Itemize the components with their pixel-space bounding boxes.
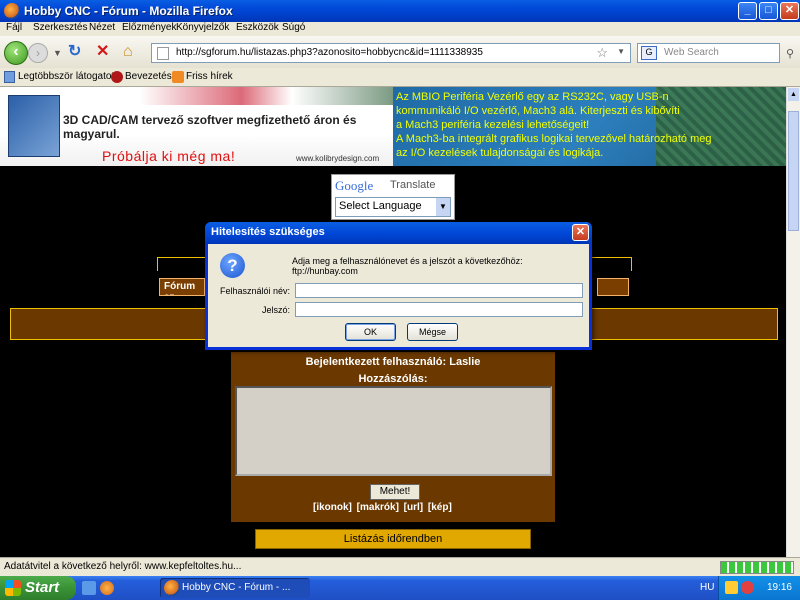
search-bar[interactable]: G Web Search <box>637 43 780 63</box>
hungarian-flag-stripe <box>140 87 393 105</box>
menu-file[interactable]: Fájl <box>6 22 22 33</box>
address-bar[interactable]: http://sgforum.hu/listazas.php3?azonosit… <box>151 43 631 63</box>
stop-icon[interactable]: ✕ <box>96 41 109 63</box>
url-text: http://sgforum.hu/listazas.php3?azonosit… <box>176 47 483 58</box>
home-icon[interactable]: ⌂ <box>123 41 133 63</box>
ad-line-2: kommunikáló I/O vezérlő, Mach3 alá. Kite… <box>396 105 680 117</box>
progress-bar <box>720 561 794 574</box>
start-button[interactable]: Start <box>0 576 76 600</box>
language-select[interactable]: Select Language ▼ <box>335 197 451 217</box>
google-logo: Google <box>335 178 374 193</box>
ad-line-3: a Mach3 periféria kezelési lehetőségeit! <box>396 119 590 131</box>
page-icon <box>157 47 169 60</box>
language-select-value: Select Language <box>339 200 422 212</box>
chevron-down-icon: ▼ <box>436 198 450 216</box>
comment-label: Hozzászólás: <box>358 373 428 385</box>
forward-icon[interactable]: › <box>28 43 48 63</box>
auth-dialog: Hitelesítés szükséges ✕ ? Adja meg a fel… <box>205 222 592 350</box>
scroll-thumb[interactable] <box>788 111 799 231</box>
circuit-board-image <box>656 87 786 166</box>
status-text: Adatátvitel a következő helyről: www.kep… <box>4 561 242 572</box>
forum-button-right[interactable] <box>597 278 629 296</box>
back-icon[interactable]: ‹ <box>4 41 28 65</box>
send-button[interactable]: Mehet! <box>370 484 420 500</box>
menu-view[interactable]: Nézet <box>89 22 115 33</box>
ad-cta: Próbálja ki még ma! <box>102 148 236 164</box>
ad-banner-mbio[interactable]: Az MBIO Periféria Vezérlő egy az RS232C,… <box>393 87 786 166</box>
windows-logo-icon <box>5 580 21 596</box>
url-dropdown-icon[interactable]: ▼ <box>617 47 625 56</box>
tray-network-icon[interactable] <box>725 581 738 594</box>
logged-in-user: Bejelentkezett felhasználó: Laslie <box>305 356 481 368</box>
bevezetes-icon <box>111 71 123 83</box>
post-form: Bejelentkezett felhasználó: Laslie Hozzá… <box>231 352 555 522</box>
menu-edit[interactable]: Szerkesztés <box>33 22 87 33</box>
ad-line-5: az I/O kezelések tulajdonságai és logiká… <box>396 147 604 159</box>
system-tray: 19:16 <box>718 576 800 600</box>
menu-history[interactable]: Előzmények <box>122 22 176 33</box>
comment-textarea[interactable] <box>235 386 552 476</box>
reload-icon[interactable]: ↻ <box>68 41 81 63</box>
taskbar: Start Hobby CNC - Fórum - ... HU 19:16 <box>0 576 800 600</box>
ad-line-4: A Mach3-ba integrált grafikus logikai te… <box>396 133 712 145</box>
software-box-image <box>8 95 60 157</box>
username-label: Felhasználói név: <box>219 286 290 296</box>
bookmark-most-visited[interactable]: Legtöbbször látogatott <box>18 71 117 82</box>
menu-help[interactable]: Súgó <box>282 22 305 33</box>
window-title-bar[interactable]: Hobby CNC - Fórum - Mozilla Firefox _ □ … <box>0 0 800 22</box>
history-dropdown-icon[interactable]: ▼ <box>53 42 62 64</box>
format-links[interactable]: [ikonok] [makrók] [url] [kép] <box>313 502 452 513</box>
question-icon: ? <box>220 253 245 278</box>
firefox-icon <box>4 3 20 19</box>
firefox-task-icon <box>164 580 180 596</box>
rss-icon <box>172 71 184 83</box>
taskbar-firefox-task[interactable]: Hobby CNC - Fórum - ... <box>160 578 310 598</box>
username-input[interactable] <box>295 283 583 298</box>
translate-label: Translate <box>390 179 436 191</box>
maximize-button[interactable]: □ <box>759 2 778 20</box>
quicklaunch-firefox-icon[interactable] <box>100 581 114 595</box>
tray-security-icon[interactable] <box>741 581 754 594</box>
language-indicator[interactable]: HU <box>700 582 714 593</box>
dialog-close-button[interactable]: ✕ <box>572 224 589 241</box>
scroll-up-icon[interactable]: ▲ <box>788 88 799 101</box>
clock: 19:16 <box>766 582 792 593</box>
search-go-icon[interactable]: ⚲ <box>786 47 794 60</box>
list-chronological-button[interactable]: Listázás időrendben <box>255 529 531 549</box>
navigation-toolbar: ‹ › ▼ ↻ ✕ ⌂ http://sgforum.hu/listazas.p… <box>0 36 800 68</box>
ad-line-1: Az MBIO Periféria Vezérlő egy az RS232C,… <box>396 91 669 103</box>
window-title: Hobby CNC - Fórum - Mozilla Firefox <box>24 4 233 18</box>
task-label: Hobby CNC - Fórum - ... <box>182 582 291 593</box>
search-placeholder: Web Search <box>664 47 719 58</box>
ad-banner-kolibry[interactable]: 3D CAD/CAM tervező szoftver megfizethető… <box>0 87 393 166</box>
google-translate-widget: Google Translate Select Language ▼ <box>331 174 455 220</box>
password-input[interactable] <box>295 302 583 317</box>
bookmarks-toolbar: Legtöbbször látogatott Bevezetés Friss h… <box>0 68 800 87</box>
ok-button[interactable]: OK <box>345 323 396 341</box>
menu-bookmarks[interactable]: Könyvjelzők <box>176 22 229 33</box>
dialog-title: Hitelesítés szükséges <box>211 226 325 238</box>
dialog-message: Adja meg a felhasználónevet és a jelszót… <box>292 256 523 276</box>
quicklaunch-desktop-icon[interactable] <box>82 581 96 595</box>
menu-bar: Fájl Szerkesztés Nézet Előzmények Könyvj… <box>0 22 800 36</box>
minimize-button[interactable]: _ <box>738 2 757 20</box>
ad-site: www.kolibrydesign.com <box>296 154 380 163</box>
bookmark-friss-hirek[interactable]: Friss hírek <box>186 71 233 82</box>
progress-fill <box>721 562 793 573</box>
bookmark-star-icon[interactable]: ☆ <box>596 45 608 61</box>
menu-tools[interactable]: Eszközök <box>236 22 279 33</box>
vertical-scrollbar[interactable]: ▲ <box>786 87 800 557</box>
status-bar: Adatátvitel a következő helyről: www.kep… <box>0 557 800 576</box>
start-label: Start <box>25 579 60 596</box>
search-engine-icon[interactable]: G <box>641 46 657 60</box>
ad-headline: 3D CAD/CAM tervező szoftver megfizethető… <box>63 113 357 141</box>
cancel-button[interactable]: Mégse <box>407 323 458 341</box>
close-window-button[interactable]: ✕ <box>780 2 799 20</box>
most-visited-icon <box>4 71 15 83</box>
password-label: Jelszó: <box>261 305 290 315</box>
dialog-title-bar[interactable]: Hitelesítés szükséges ✕ <box>205 222 592 244</box>
bookmark-bevezetes[interactable]: Bevezetés <box>125 71 172 82</box>
